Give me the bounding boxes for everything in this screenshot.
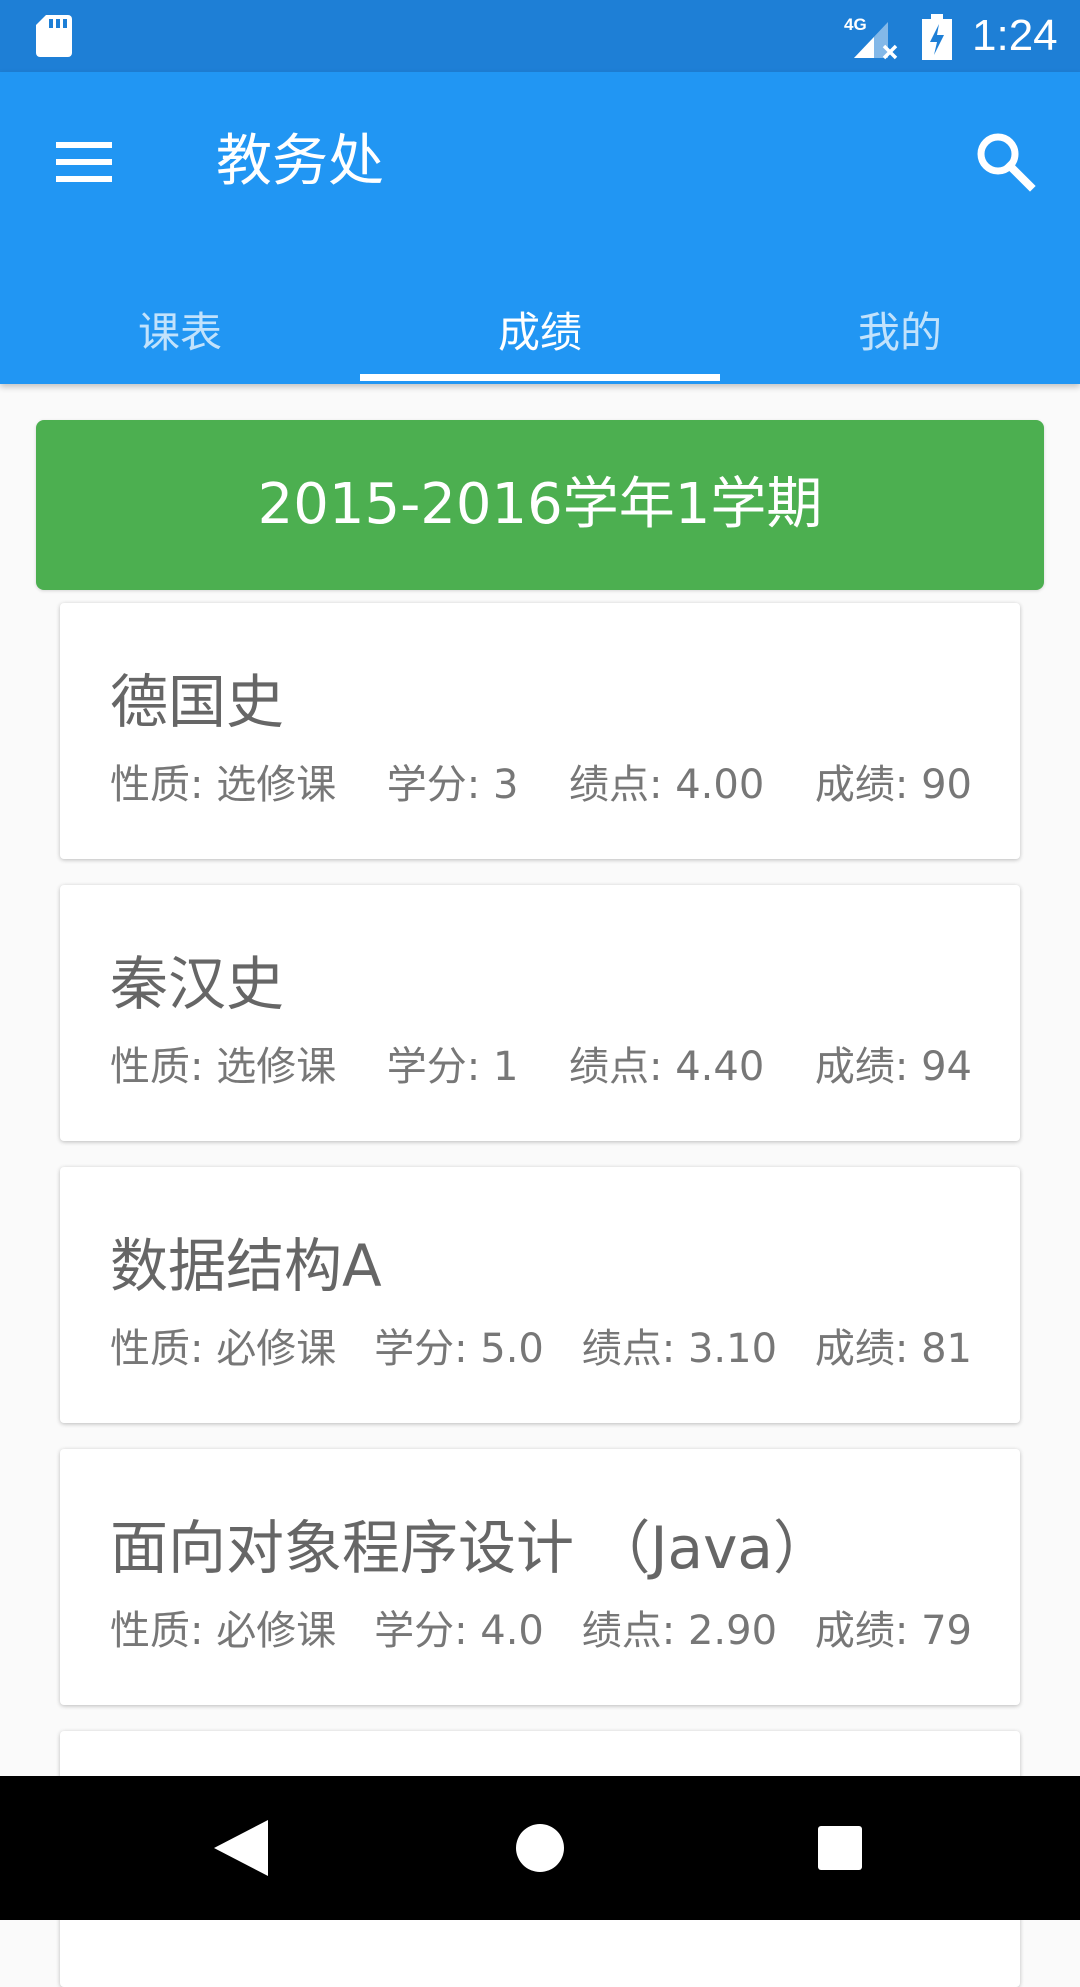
tab-schedule[interactable]: 课表: [0, 282, 360, 384]
course-score: 成绩: 79: [814, 1608, 972, 1654]
battery-charging-icon: [922, 14, 952, 60]
course-score: 成绩: 81: [814, 1326, 972, 1372]
course-credit: 学分: 5.0: [374, 1326, 544, 1372]
app-title: 教务处: [216, 129, 384, 194]
home-icon[interactable]: [516, 1824, 564, 1872]
course-score: 成绩: 94: [814, 1044, 972, 1090]
course-credit: 学分: 3: [386, 762, 519, 808]
course-name: 数据结构A: [110, 1232, 382, 1300]
course-meta: 性质: 选修课 学分: 1 绩点: 4.40 成绩: 94: [110, 1035, 972, 1091]
network-type: 4G: [844, 15, 867, 34]
status-bar: 4G 1:24: [0, 0, 1080, 72]
course-type: 性质: 必修课: [110, 1608, 337, 1654]
course-gpa: 绩点: 4.40: [569, 1044, 765, 1090]
tab-mine[interactable]: 我的: [720, 282, 1080, 384]
back-icon[interactable]: [214, 1820, 268, 1876]
menu-button[interactable]: [40, 118, 128, 206]
navigation-bar: [0, 1776, 1080, 1920]
course-meta: 性质: 必修课 学分: 5.0 绩点: 3.10 成绩: 81: [110, 1317, 972, 1373]
tab-grades[interactable]: 成绩: [360, 282, 720, 384]
menu-icon: [56, 142, 112, 182]
course-gpa: 绩点: 3.10: [581, 1326, 778, 1372]
course-card[interactable]: 德国史 性质: 选修课 学分: 3 绩点: 4.00 成绩: 90: [60, 603, 1020, 859]
recents-icon[interactable]: [818, 1826, 862, 1870]
course-card[interactable]: 面向对象程序设计 （Java） 性质: 必修课 学分: 4.0 绩点: 2.90…: [60, 1449, 1020, 1705]
course-card[interactable]: 秦汉史 性质: 选修课 学分: 1 绩点: 4.40 成绩: 94: [60, 885, 1020, 1141]
tab-bar: 课表 成绩 我的: [0, 282, 1080, 384]
course-type: 性质: 选修课: [110, 1044, 337, 1090]
course-name: 面向对象程序设计 （Java）: [110, 1514, 831, 1582]
sd-card-icon: [36, 15, 72, 57]
app-bar: 教务处 课表 成绩 我的: [0, 72, 1080, 384]
search-icon: [977, 133, 1036, 192]
course-card[interactable]: 数据结构A 性质: 必修课 学分: 5.0 绩点: 3.10 成绩: 81: [60, 1167, 1020, 1423]
course-type: 性质: 选修课: [110, 762, 337, 808]
course-credit: 学分: 1: [386, 1044, 519, 1090]
tab-indicator: [360, 374, 720, 381]
course-credit: 学分: 4.0: [374, 1608, 544, 1654]
semester-header[interactable]: 2015-2016学年1学期: [36, 420, 1044, 590]
course-score: 成绩: 90: [814, 762, 972, 808]
course-name: 德国史: [110, 668, 285, 736]
course-gpa: 绩点: 4.00: [569, 762, 765, 808]
status-time: 1:24: [972, 11, 1058, 60]
course-name: 秦汉史: [110, 950, 285, 1018]
course-type: 性质: 必修课: [110, 1326, 337, 1372]
search-button[interactable]: [960, 116, 1052, 208]
signal-4g-icon: 4G: [844, 15, 898, 60]
course-meta: 性质: 必修课 学分: 4.0 绩点: 2.90 成绩: 79: [110, 1599, 972, 1655]
course-meta: 性质: 选修课 学分: 3 绩点: 4.00 成绩: 90: [110, 753, 972, 809]
course-gpa: 绩点: 2.90: [581, 1608, 778, 1654]
